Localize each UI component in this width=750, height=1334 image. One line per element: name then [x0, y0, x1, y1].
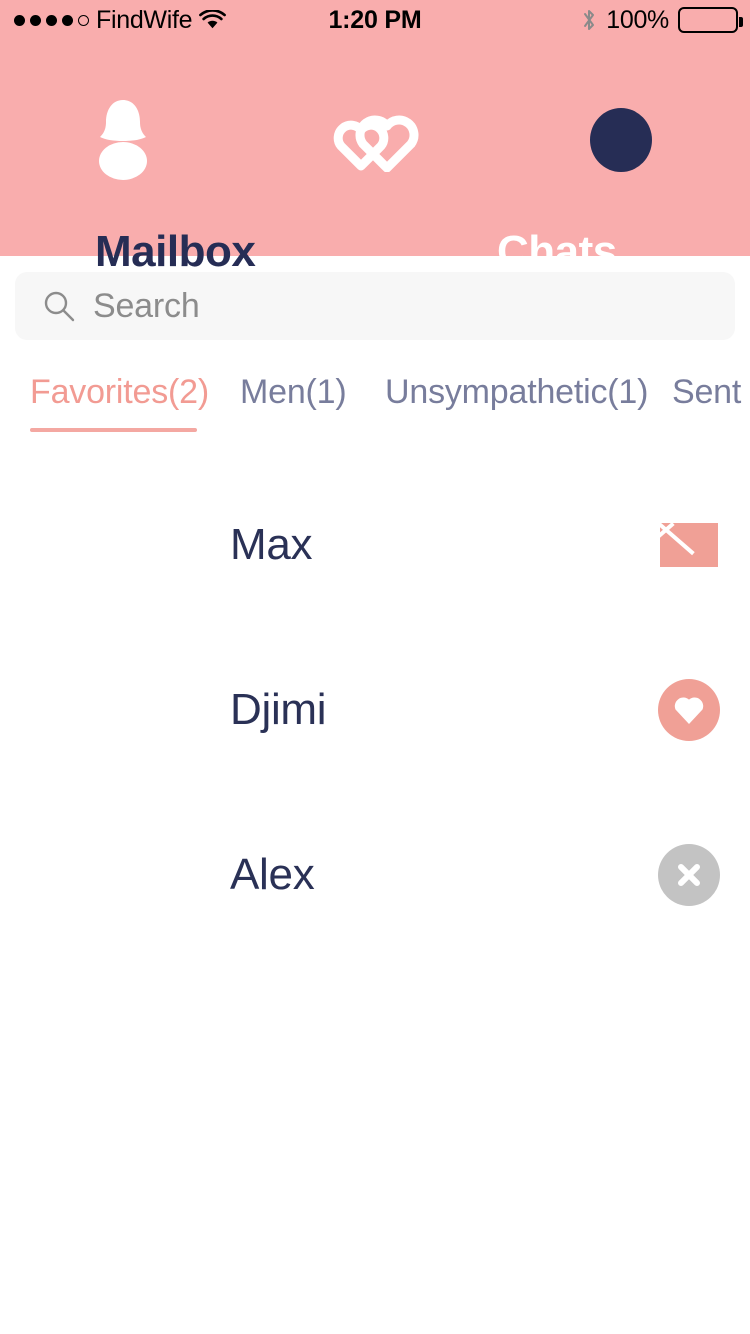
profile-icon[interactable] [92, 98, 154, 180]
battery-percent-label: 100% [606, 5, 669, 34]
mailbox-list: Max Djimi Alex [0, 462, 750, 957]
table-row[interactable]: Djimi [0, 627, 750, 792]
filter-tab-sent[interactable]: Sent [672, 373, 750, 412]
row-name-label: Max [230, 519, 313, 569]
search-icon [43, 290, 75, 322]
envelope-icon[interactable] [658, 514, 720, 576]
app-root: FindWife 1:20 PM 100% Mailbox Chats Sear… [0, 0, 750, 1334]
table-row[interactable]: Max [0, 462, 750, 627]
search-bar[interactable]: Search [15, 272, 735, 340]
filter-tab-unsympathetic[interactable]: Unsympathetic(1) [385, 373, 648, 412]
bluetooth-icon [581, 8, 597, 32]
header-tab-bar: Mailbox Chats [0, 188, 750, 274]
filter-tab-active-underline [30, 428, 197, 432]
double-heart-logo-icon [330, 108, 422, 173]
heart-circle-shape [658, 678, 720, 741]
status-bar: FindWife 1:20 PM 100% [0, 0, 750, 40]
tab-mailbox[interactable]: Mailbox [95, 230, 256, 274]
app-header: Mailbox Chats [0, 40, 750, 274]
close-circle-shape [658, 843, 720, 906]
close-circle-icon[interactable] [658, 843, 720, 906]
header-icon-row [0, 40, 750, 188]
envelope-shape [660, 522, 718, 567]
battery-icon [678, 7, 743, 33]
table-row[interactable]: Alex [0, 792, 750, 957]
filter-tab-favorites[interactable]: Favorites(2) [30, 373, 220, 412]
search-input[interactable]: Search [93, 287, 200, 326]
status-bar-right: 100% [581, 5, 743, 35]
row-name-label: Djimi [230, 684, 327, 734]
heart-circle-icon[interactable] [658, 678, 720, 741]
tab-chats[interactable]: Chats [497, 230, 617, 274]
filter-tab-bar: Favorites(2) Men(1) Unsympathetic(1) Sen… [0, 368, 750, 440]
avatar-circle-icon[interactable] [590, 108, 652, 172]
row-name-label: Alex [230, 849, 315, 899]
filter-tab-men[interactable]: Men(1) [240, 373, 370, 412]
search-box[interactable]: Search [15, 272, 735, 340]
